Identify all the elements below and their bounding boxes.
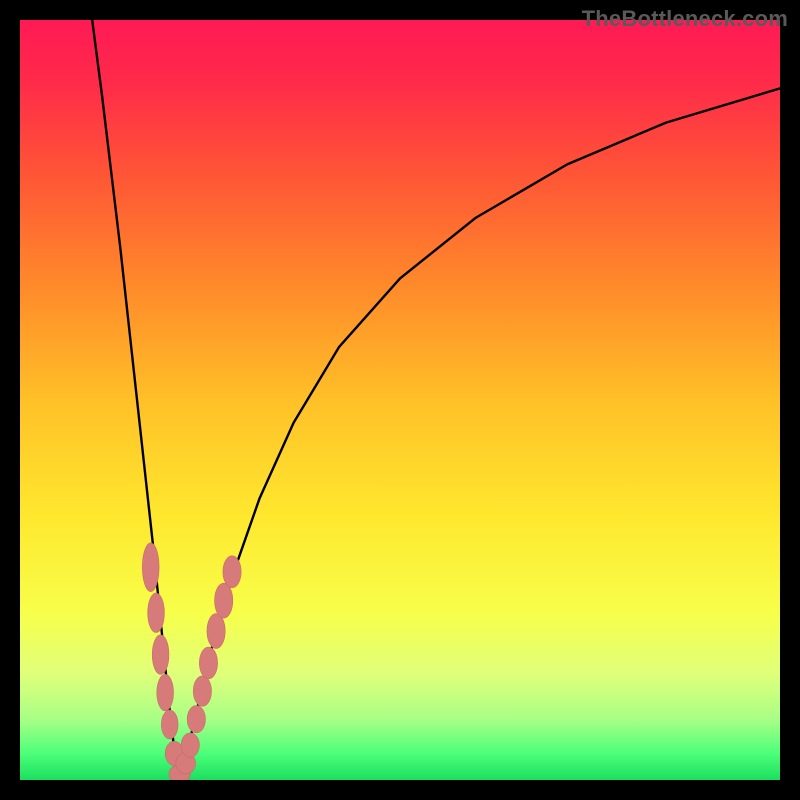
data-marker [148, 593, 165, 633]
data-marker [207, 614, 225, 649]
data-marker [152, 635, 169, 675]
data-marker [157, 674, 174, 710]
watermark-text: TheBottleneck.com [582, 6, 788, 32]
bottleneck-chart [0, 0, 800, 800]
data-marker [142, 543, 159, 592]
data-marker [223, 556, 241, 588]
data-marker [181, 733, 199, 757]
data-marker [199, 647, 217, 679]
data-marker [193, 676, 211, 706]
data-marker [187, 706, 205, 733]
data-marker [215, 583, 233, 618]
plot-area [20, 20, 780, 783]
chart-frame: TheBottleneck.com [0, 0, 800, 800]
gradient-background [20, 20, 780, 780]
data-marker [161, 710, 178, 739]
